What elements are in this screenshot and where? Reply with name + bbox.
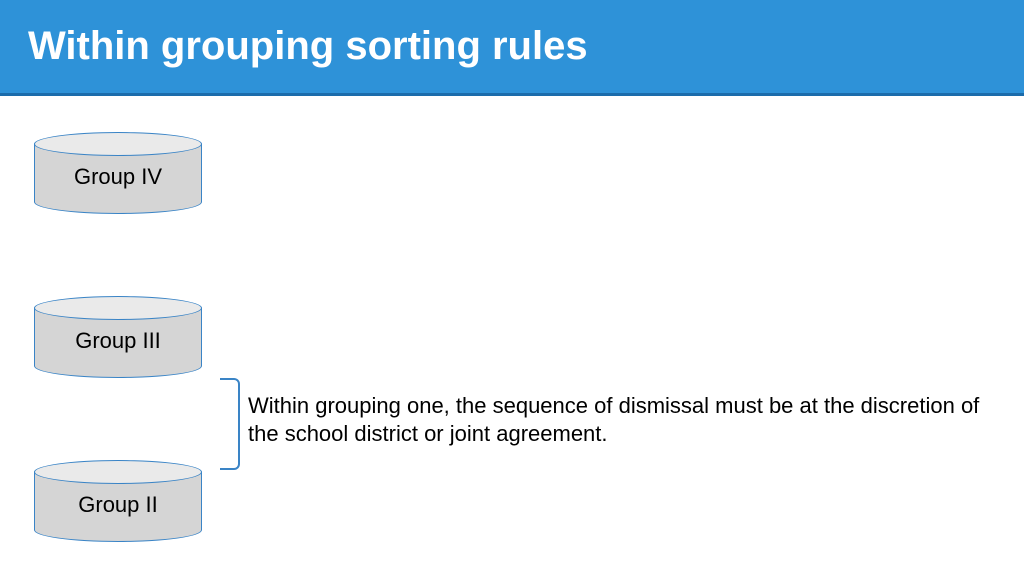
cylinder-stack: Group IV Group III Group II Group I [34,132,202,470]
cylinder-group-iii: Group III [34,296,202,378]
callout-text: Within grouping one, the sequence of dis… [248,392,988,448]
cylinder-top-ellipse [34,296,202,320]
slide-title: Within grouping sorting rules [28,24,588,69]
cylinder-group-iv: Group IV [34,132,202,214]
callout-bracket-icon [220,378,240,470]
cylinder-top-ellipse [34,132,202,156]
slide-content: Group IV Group III Group II Group I With… [0,96,1024,576]
cylinder-top-ellipse [34,460,202,484]
cylinder-group-ii: Group II [34,460,202,542]
slide-header: Within grouping sorting rules [0,0,1024,96]
